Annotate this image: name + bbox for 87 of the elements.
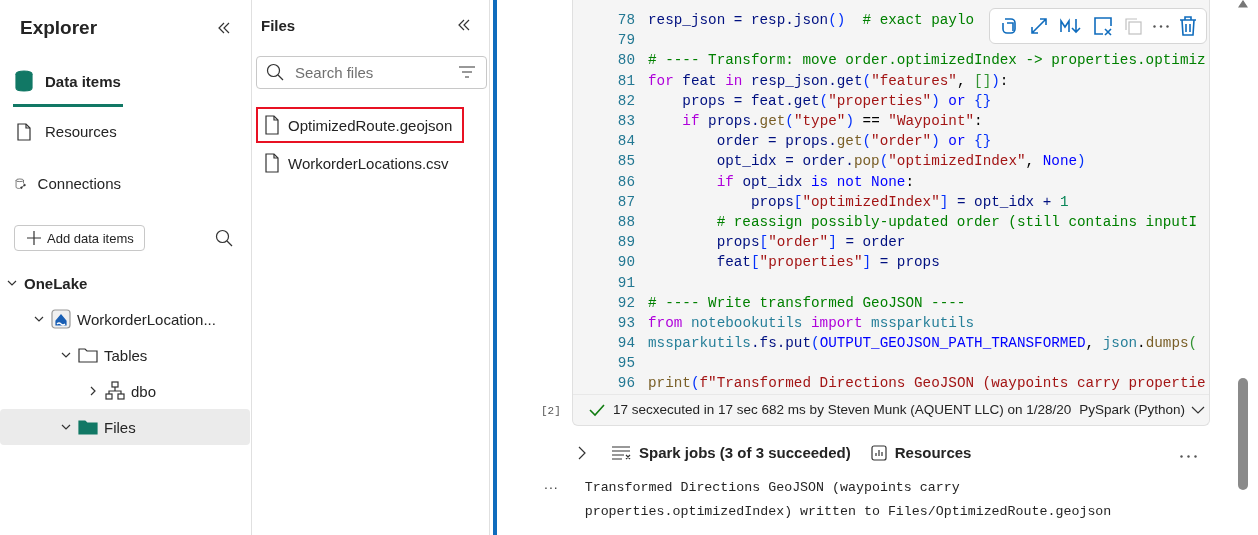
tree-item[interactable]: WorkorderLocation... bbox=[0, 301, 250, 337]
nav-tab[interactable]: Connections bbox=[13, 159, 123, 211]
code-line: print(f"Transformed Directions GeoJSON (waypoints carry propertie bbox=[648, 375, 1206, 392]
line-number: 94 bbox=[616, 335, 635, 352]
file-item[interactable]: WorkorderLocations.csv bbox=[256, 145, 461, 181]
more-icon bbox=[1180, 455, 1197, 459]
lakehouse-icon bbox=[51, 309, 71, 329]
code-line: opt_idx = order.pop("optimizedIndex", None) bbox=[715, 153, 1086, 170]
code-line: props["optimizedIndex"] = opt_idx + 1 bbox=[749, 193, 1069, 210]
clear-output-icon bbox=[1093, 16, 1113, 36]
line-number: 83 bbox=[616, 113, 635, 130]
more-icon bbox=[1153, 24, 1169, 28]
line-number: 93 bbox=[616, 314, 635, 331]
collapse-icon bbox=[217, 21, 231, 35]
line-number: 81 bbox=[616, 72, 635, 89]
panel-title: Explorer bbox=[20, 17, 98, 39]
line-number: 78 bbox=[616, 12, 635, 29]
line-number: 95 bbox=[616, 355, 635, 372]
line-number: 87 bbox=[616, 193, 635, 210]
code-line: # reassign possibly-updated order (still contains inputI bbox=[715, 213, 1198, 230]
tree-item[interactable]: OneLake bbox=[0, 265, 250, 301]
line-number: 88 bbox=[616, 213, 635, 230]
status-text: xecuted in 17 sec 682 ms by Steven Munk (AQUENT LLC) on 1/28/20 bbox=[652, 402, 1072, 418]
code-line: if props.get("type") == "Waypoint": bbox=[681, 113, 983, 130]
output-text: Transformed Directions GeoJSON (waypoints carry bbox=[584, 478, 961, 497]
line-number: 82 bbox=[616, 92, 635, 109]
file-icon bbox=[264, 115, 280, 135]
line-number: 79 bbox=[616, 32, 635, 49]
panel-title: Files bbox=[261, 16, 296, 34]
code-line: order = props.get("order") or {} bbox=[715, 133, 992, 150]
chart-icon bbox=[870, 444, 887, 461]
copilot-icon bbox=[999, 16, 1019, 36]
file-icon bbox=[264, 153, 280, 173]
output-marker: ... bbox=[544, 475, 559, 494]
code-line: props = feat.get("properties") or {} bbox=[681, 92, 992, 109]
resources-button[interactable]: Resources bbox=[870, 444, 972, 462]
file-item[interactable]: OptimizedRoute.geojson bbox=[256, 107, 465, 143]
search-field[interactable]: Search files bbox=[256, 56, 487, 89]
trash-icon bbox=[1179, 16, 1197, 36]
execution-count: [2] bbox=[541, 404, 561, 417]
line-number: 89 bbox=[616, 234, 635, 251]
line-number: 80 bbox=[616, 52, 635, 69]
copy-icon bbox=[1123, 16, 1143, 36]
chevron-right-icon bbox=[577, 444, 587, 461]
markdown-icon bbox=[1059, 16, 1083, 36]
language-dropdown[interactable]: PySpark (Python) bbox=[1079, 402, 1206, 418]
line-number: 90 bbox=[616, 254, 635, 271]
list-icon bbox=[611, 444, 631, 461]
tree-item[interactable]: dbo bbox=[0, 373, 250, 409]
document-icon bbox=[15, 121, 33, 142]
filter-icon bbox=[459, 66, 475, 78]
line-number: 84 bbox=[616, 133, 635, 150]
code-line: if opt_idx is not None: bbox=[715, 173, 914, 190]
code-line: feat["properties"] = props bbox=[715, 254, 940, 271]
line-number: 96 bbox=[616, 375, 635, 392]
folder-icon bbox=[78, 418, 98, 436]
code-line: resp_json = resp.json() # exact paylo bbox=[648, 12, 975, 29]
database-icon bbox=[15, 70, 33, 92]
code-line: # ---- Write transformed GeoJSON ---- bbox=[648, 294, 966, 311]
scroll-up-icon bbox=[1238, 0, 1248, 8]
folder-icon bbox=[78, 346, 98, 364]
hierarchy-icon bbox=[105, 381, 125, 401]
spark-jobs-toggle[interactable]: Spark jobs (3 of 3 succeeded) bbox=[577, 444, 851, 462]
output-text: properties.optimizedIndex) written to Files/OptimizedRoute.geojson bbox=[584, 502, 1112, 521]
line-number: 92 bbox=[616, 294, 635, 311]
expand-icon bbox=[1029, 16, 1049, 36]
line-number: 91 bbox=[616, 274, 635, 291]
plus-icon bbox=[27, 231, 41, 245]
code-line: from notebookutils import mssparkutils bbox=[648, 314, 975, 331]
scroll-thumb[interactable] bbox=[1238, 378, 1248, 490]
tree-item[interactable]: Files bbox=[0, 409, 250, 445]
chevron-down-icon bbox=[1191, 404, 1206, 415]
code-line: # ---- Transform: move order.optimizedIndex -> properties.optimiz bbox=[648, 52, 1206, 69]
search-icon bbox=[215, 229, 233, 247]
line-number: 85 bbox=[616, 153, 635, 170]
tree-item[interactable]: Tables bbox=[0, 337, 250, 373]
code-line: for feat in resp_json.get("features", []): bbox=[648, 72, 1009, 89]
code-line: mssparkutils.fs.put(OUTPUT_GEOJSON_PATH_TRANSFORMED, json.dumps( bbox=[648, 335, 1198, 352]
checkmark-icon bbox=[589, 402, 605, 417]
nav-tab[interactable]: Data items bbox=[13, 58, 123, 107]
nav-tab[interactable]: Resources bbox=[13, 107, 123, 159]
add-data-items-button[interactable]: Add data items bbox=[14, 225, 145, 251]
collapse-icon bbox=[457, 18, 471, 32]
search-icon bbox=[266, 63, 284, 81]
code-line: props["order"] = order bbox=[715, 234, 906, 251]
line-number: 86 bbox=[616, 173, 635, 190]
duration-text: 17 sec bbox=[613, 402, 653, 418]
